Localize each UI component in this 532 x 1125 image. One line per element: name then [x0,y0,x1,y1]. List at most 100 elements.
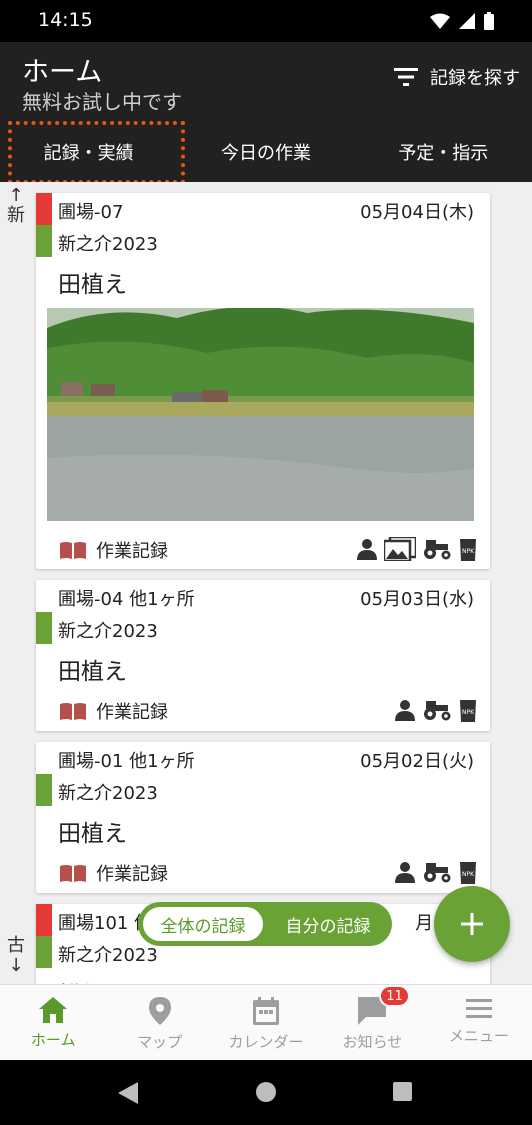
my-records-toggle[interactable]: 自分の記録 [269,907,387,941]
book-icon [60,542,86,559]
record-photo[interactable] [47,308,474,521]
tab-schedule-label: 予定・指示 [398,143,489,164]
older-indicator: 古 ↓ [6,936,26,976]
person-icon [357,539,377,560]
book-icon [60,865,86,882]
task-name: 田植え [58,272,127,298]
field-row: 圃場-07 05月04日(木) [36,193,490,225]
nav-menu-label: メニュー [448,1027,509,1045]
variety-row: 新之介2023 [36,774,490,806]
home-button-icon[interactable] [256,1082,276,1102]
field-color-marker [36,904,52,936]
search-records-button[interactable]: 記録を探す [394,64,520,90]
variety-name: 新之介2023 [58,945,158,966]
variety-row: 新之介2023 [36,225,490,257]
recent-apps-icon[interactable] [393,1082,412,1101]
battery-icon [484,12,494,30]
back-icon[interactable] [118,1082,138,1104]
record-attribute-icons: NPK [394,698,478,722]
record-scope-toggle: 全体の記録 自分の記録 [138,902,392,946]
records-list[interactable]: ↑ 新 圃場-07 05月04日(木) 新之介2023 田植え 作業記録 NPK… [0,182,532,984]
svg-text:NPK: NPK [462,548,475,555]
svg-text:NPK: NPK [462,871,475,878]
record-date: 05月02日(火) [360,751,474,772]
tractor-icon [424,701,451,721]
record-type-label: 作業記録 [96,541,168,562]
variety-color-marker [36,774,52,806]
down-arrow-icon: ↓ [8,955,24,976]
nav-home-label: ホーム [30,1031,76,1049]
variety-name: 新之介2023 [58,783,158,804]
photos-icon [384,537,416,561]
task-name: 田植え [58,821,127,847]
fertilizer-npk-icon: NPK [460,700,476,722]
record-attribute-icons: NPK [394,860,478,884]
all-records-toggle[interactable]: 全体の記録 [143,907,263,941]
field-color-marker [36,193,52,225]
record-footer: 作業記録 NPK [60,858,480,886]
record-type-label: 作業記録 [96,702,168,723]
nav-map[interactable]: マップ [106,985,212,1060]
record-date: 05月04日(木) [360,202,474,223]
record-type-label: 作業記録 [96,864,168,885]
record-footer: 作業記録 NPK [60,535,480,563]
up-arrow-icon: ↑ [8,185,24,206]
map-pin-icon [148,997,171,1025]
filter-icon [394,68,418,86]
add-record-button[interactable] [434,886,510,962]
variety-name: 新之介2023 [58,621,158,642]
variety-color-marker [36,225,52,257]
variety-name: 新之介2023 [58,234,158,255]
tractor-icon [424,540,451,560]
system-navigation-bar [0,1060,532,1125]
record-card[interactable]: 圃場-01 他1ヶ所 05月02日(火) 新之介2023 田植え 作業記録 NP… [36,742,490,893]
field-row: 圃場-01 他1ヶ所 05月02日(火) [36,742,490,774]
field-row: 圃場-04 他1ヶ所 05月03日(水) [36,580,490,612]
record-date: 05月03日(水) [360,589,474,610]
page-title: ホーム [22,57,103,88]
tractor-icon [424,863,451,883]
bottom-navigation: ホーム マップ カレンダー 11 お知らせ メニュー [0,984,532,1060]
signal-icon [459,13,475,29]
book-icon [60,703,86,720]
rice-field-photo [47,308,474,521]
variety-row: 新之介2023 [36,612,490,644]
notification-badge: 11 [379,985,410,1007]
record-card[interactable]: 圃場-04 他1ヶ所 05月03日(水) 新之介2023 田植え 作業記録 NP… [36,580,490,731]
task-name: 耕起 [58,976,104,984]
newer-indicator: ↑ 新 [6,186,26,226]
nav-calendar[interactable]: カレンダー [213,985,319,1060]
task-name: 田植え [58,659,127,685]
tab-schedule[interactable]: 予定・指示 [355,124,532,180]
status-icons [430,12,494,30]
record-card[interactable]: 圃場-07 05月04日(木) 新之介2023 田植え 作業記録 NPK [36,193,490,569]
nav-menu[interactable]: メニュー [426,985,532,1060]
nav-notifications[interactable]: 11 お知らせ [319,985,425,1060]
person-icon [395,700,415,721]
nav-calendar-label: カレンダー [228,1033,304,1051]
fertilizer-npk-icon: NPK [460,539,476,561]
newer-label: 新 [7,205,25,226]
status-bar: 14:15 [0,0,532,42]
variety-color-marker [36,612,52,644]
calendar-icon [253,997,280,1025]
tab-today-work[interactable]: 今日の作業 [177,124,354,180]
app-header: ホーム 無料お試し中です 記録を探す 記録・実績 今日の作業 予定・指示 [0,42,532,184]
variety-color-marker [36,936,52,968]
person-icon [395,862,415,883]
field-name: 圃場-04 他1ヶ所 [58,589,195,610]
plus-icon [461,913,483,935]
nav-map-label: マップ [137,1033,183,1051]
record-attribute-icons: NPK [356,537,478,561]
wifi-icon [430,13,450,29]
nav-home[interactable]: ホーム [0,985,106,1060]
svg-text:NPK: NPK [462,709,475,716]
nav-notifications-label: お知らせ [342,1033,403,1051]
search-records-label: 記録を探す [430,68,520,89]
field-name: 圃場-07 [58,202,124,223]
field-name: 圃場-01 他1ヶ所 [58,751,195,772]
trial-status: 無料お試し中です [22,90,182,114]
record-footer: 作業記録 NPK [60,696,480,724]
status-time: 14:15 [38,9,93,31]
tab-today-work-label: 今日の作業 [220,143,311,164]
